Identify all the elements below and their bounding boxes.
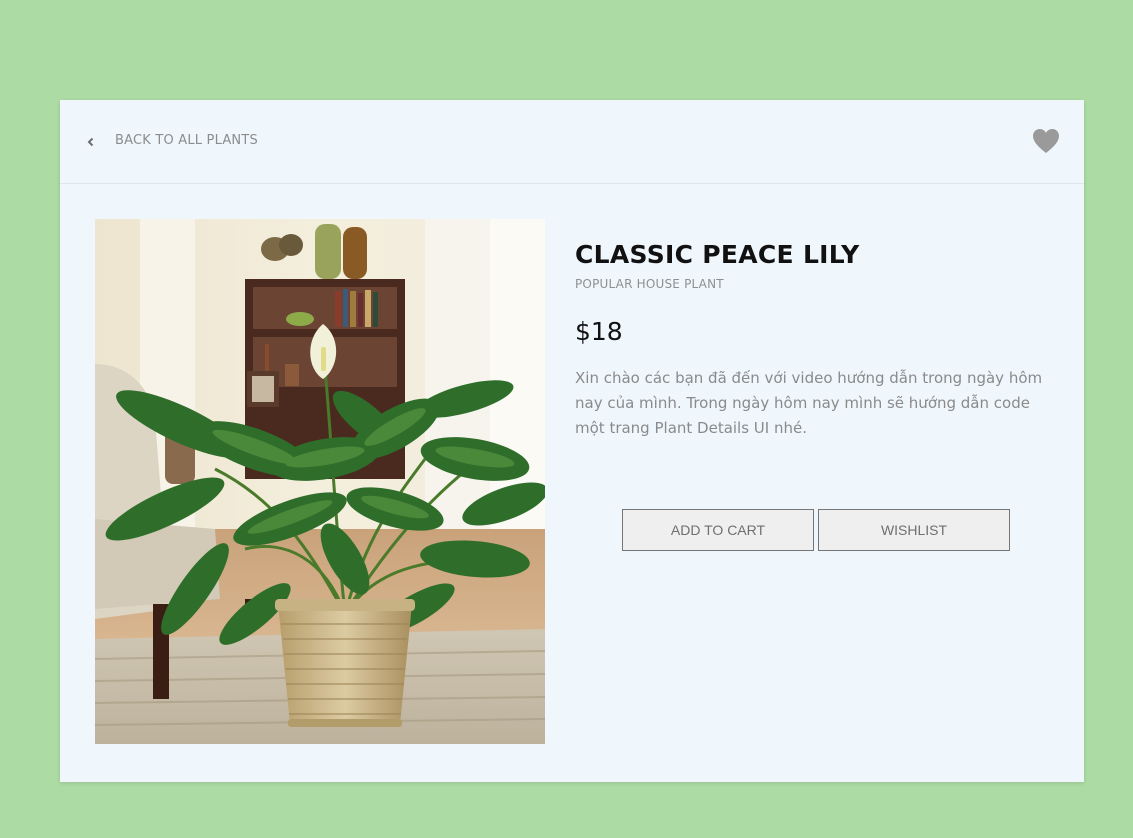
product-info: CLASSIC PEACE LILY POPULAR HOUSE PLANT $… <box>575 240 1055 441</box>
back-to-all-plants-link[interactable]: BACK TO ALL PLANTS <box>86 133 258 148</box>
card-header: BACK TO ALL PLANTS <box>60 100 1084 184</box>
product-price: $18 <box>575 317 623 346</box>
wishlist-button[interactable]: WISHLIST <box>818 509 1010 551</box>
action-buttons: ADD TO CART WISHLIST <box>622 509 1010 551</box>
favorite-button[interactable] <box>1032 128 1060 154</box>
add-to-cart-button[interactable]: ADD TO CART <box>622 509 814 551</box>
product-image <box>95 219 545 744</box>
product-card: BACK TO ALL PLANTS CLASSIC PEACE LILY PO… <box>60 100 1084 782</box>
product-title: CLASSIC PEACE LILY <box>575 240 860 269</box>
product-subtitle: POPULAR HOUSE PLANT <box>575 277 724 291</box>
product-description: Xin chào các bạn đã đến với video hướng … <box>575 369 1043 437</box>
heart-icon <box>1033 129 1059 153</box>
back-link-label: BACK TO ALL PLANTS <box>115 133 258 148</box>
chevron-left-icon <box>86 134 96 148</box>
